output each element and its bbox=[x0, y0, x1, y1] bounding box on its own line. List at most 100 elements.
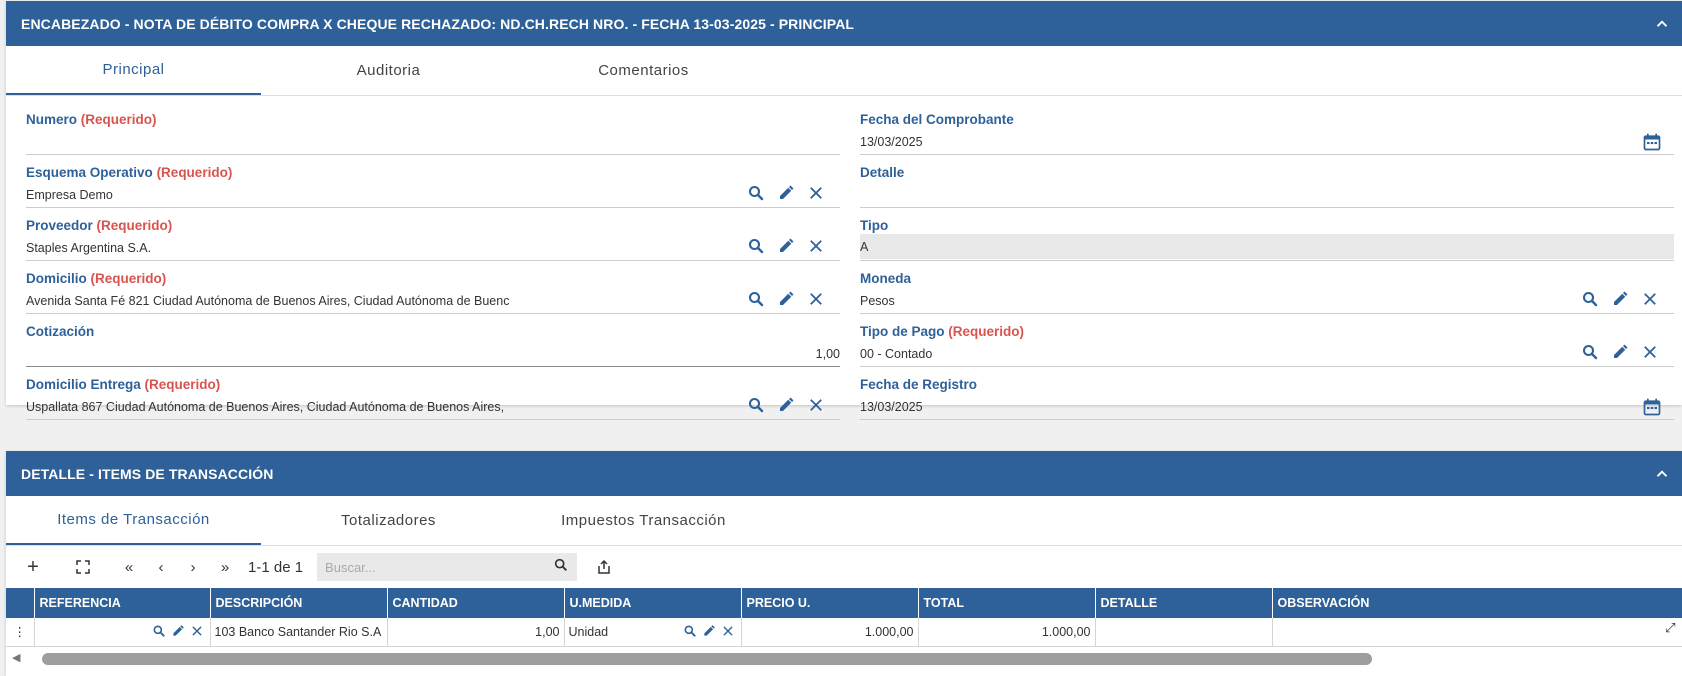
plus-icon[interactable]: + bbox=[20, 553, 46, 581]
search-icon[interactable] bbox=[746, 183, 766, 203]
header-panel: ENCABEZADO - NOTA DE DÉBITO COMPRA X CHE… bbox=[6, 1, 1682, 420]
fecha-registro-label: Fecha de Registro bbox=[860, 377, 978, 392]
moneda-field[interactable]: Moneda Pesos bbox=[860, 261, 1674, 314]
observacion-cell[interactable]: ⤢ bbox=[1272, 618, 1682, 647]
umedida-cell[interactable]: Unidad bbox=[564, 618, 742, 647]
detail-panel-titlebar: DETALLE - ITEMS DE TRANSACCIÓN bbox=[6, 451, 1682, 496]
tab-impuestos[interactable]: Impuestos Transacción bbox=[516, 496, 771, 545]
required-marker: (Requerido) bbox=[144, 377, 221, 392]
tab-comentarios[interactable]: Comentarios bbox=[516, 46, 771, 95]
esquema-field[interactable]: Esquema Operativo (Requerido) Empresa De… bbox=[26, 155, 840, 208]
domicilio-entrega-label: Domicilio Entrega bbox=[26, 377, 141, 392]
scrollbar-thumb[interactable] bbox=[42, 652, 1372, 665]
cantidad-cell[interactable]: 1,00 bbox=[387, 618, 565, 647]
expand-icon[interactable] bbox=[70, 553, 96, 581]
close-icon[interactable] bbox=[806, 289, 826, 309]
cotizacion-field[interactable]: Cotización 1,00 bbox=[26, 314, 840, 367]
header-panel-title: ENCABEZADO - NOTA DE DÉBITO COMPRA X CHE… bbox=[21, 15, 855, 32]
numero-field[interactable]: Numero (Requerido) bbox=[26, 102, 840, 155]
search-input[interactable] bbox=[325, 559, 554, 575]
cotizacion-value: 1,00 bbox=[815, 347, 840, 361]
pencil-icon[interactable] bbox=[1610, 342, 1630, 362]
more-vert-icon[interactable]: ⋮ bbox=[6, 618, 35, 647]
domicilio-field[interactable]: Domicilio (Requerido) Avenida Santa Fé 8… bbox=[26, 261, 840, 314]
detail-panel-title: DETALLE - ITEMS DE TRANSACCIÓN bbox=[21, 465, 274, 482]
pencil-icon[interactable] bbox=[171, 624, 185, 641]
detalle-field[interactable]: Detalle bbox=[860, 155, 1674, 208]
column-header[interactable]: CANTIDAD bbox=[387, 588, 565, 618]
search-icon[interactable] bbox=[1580, 342, 1600, 362]
close-icon[interactable] bbox=[806, 395, 826, 415]
close-icon[interactable] bbox=[806, 183, 826, 203]
column-header[interactable]: TOTAL bbox=[918, 588, 1096, 618]
pencil-icon[interactable] bbox=[776, 289, 796, 309]
fecha-comprobante-label: Fecha del Comprobante bbox=[860, 112, 1014, 127]
domicilio-entrega-value: Uspallata 867 Ciudad Autónoma de Buenos … bbox=[26, 400, 505, 414]
tab-items[interactable]: Items de Transacción bbox=[6, 496, 261, 545]
pencil-icon[interactable] bbox=[776, 395, 796, 415]
domicilio-value: Avenida Santa Fé 821 Ciudad Autónoma de … bbox=[26, 294, 510, 308]
moneda-value: Pesos bbox=[860, 294, 895, 308]
fecha-registro-value: 13/03/2025 bbox=[860, 400, 923, 414]
column-header[interactable]: DETALLE bbox=[1095, 588, 1273, 618]
column-header[interactable]: U.MEDIDA bbox=[564, 588, 742, 618]
search-icon[interactable] bbox=[746, 289, 766, 309]
calendar-icon[interactable] bbox=[1642, 132, 1662, 157]
tab-principal[interactable]: Principal bbox=[6, 46, 261, 95]
close-icon[interactable] bbox=[806, 236, 826, 256]
close-icon[interactable] bbox=[190, 624, 204, 641]
column-header[interactable]: DESCRIPCIÓN bbox=[210, 588, 388, 618]
column-header[interactable]: PRECIO U. bbox=[741, 588, 919, 618]
proveedor-label: Proveedor bbox=[26, 218, 93, 233]
search-icon[interactable] bbox=[553, 557, 569, 577]
close-icon[interactable] bbox=[1640, 289, 1660, 309]
domicilio-entrega-field[interactable]: Domicilio Entrega (Requerido) Uspallata … bbox=[26, 367, 840, 420]
expand-cell-icon[interactable]: ⤢ bbox=[1665, 620, 1675, 636]
chevron-up-icon[interactable] bbox=[1652, 464, 1672, 484]
scroll-left-icon[interactable]: ◀ bbox=[12, 651, 20, 664]
column-header[interactable]: REFERENCIA bbox=[34, 588, 211, 618]
numero-label: Numero bbox=[26, 112, 78, 127]
column-header[interactable]: OBSERVACIÓN bbox=[1272, 588, 1682, 618]
search-icon[interactable] bbox=[1580, 289, 1600, 309]
close-icon[interactable] bbox=[1640, 342, 1660, 362]
fecha-registro-field[interactable]: Fecha de Registro 13/03/2025 bbox=[860, 367, 1674, 420]
next-page-icon[interactable]: › bbox=[180, 553, 206, 581]
search-icon[interactable] bbox=[746, 236, 766, 256]
prev-page-icon[interactable]: ‹ bbox=[148, 553, 174, 581]
last-page-icon[interactable]: » bbox=[212, 553, 238, 581]
proveedor-value: Staples Argentina S.A. bbox=[26, 241, 152, 255]
tipo-pago-field[interactable]: Tipo de Pago (Requerido) 00 - Contado bbox=[860, 314, 1674, 367]
descripcion-cell[interactable]: 103 Banco Santander Rio S.A bbox=[210, 618, 388, 647]
tipo-label: Tipo bbox=[860, 218, 889, 233]
total-cell[interactable]: 1.000,00 bbox=[918, 618, 1096, 647]
required-marker: (Requerido) bbox=[156, 165, 233, 180]
horizontal-scrollbar[interactable]: ◀ bbox=[6, 647, 1682, 669]
precio-cell[interactable]: 1.000,00 bbox=[741, 618, 919, 647]
detalle-cell[interactable] bbox=[1095, 618, 1273, 647]
close-icon[interactable] bbox=[721, 624, 735, 641]
pencil-icon[interactable] bbox=[776, 183, 796, 203]
tipo-field: Tipo A bbox=[860, 208, 1674, 261]
proveedor-field[interactable]: Proveedor (Requerido) Staples Argentina … bbox=[26, 208, 840, 261]
tipo-value: A bbox=[860, 234, 1674, 259]
referencia-cell[interactable] bbox=[34, 618, 211, 647]
search-icon[interactable] bbox=[746, 395, 766, 415]
table-row[interactable]: ⋮ 103 Banco Santander Rio S.A 1,00 Unida… bbox=[6, 618, 1682, 647]
calendar-icon[interactable] bbox=[1642, 397, 1662, 422]
search-box[interactable] bbox=[317, 553, 578, 581]
fecha-comprobante-field[interactable]: Fecha del Comprobante 13/03/2025 bbox=[860, 102, 1674, 155]
tab-totalizadores[interactable]: Totalizadores bbox=[261, 496, 516, 545]
tab-auditoria[interactable]: Auditoria bbox=[261, 46, 516, 95]
search-icon[interactable] bbox=[152, 624, 166, 641]
export-icon[interactable] bbox=[591, 553, 617, 581]
first-page-icon[interactable]: « bbox=[116, 553, 142, 581]
chevron-up-icon[interactable] bbox=[1652, 14, 1672, 34]
pencil-icon[interactable] bbox=[1610, 289, 1630, 309]
pencil-icon[interactable] bbox=[702, 624, 716, 641]
items-table: REFERENCIA DESCRIPCIÓN CANTIDAD U.MEDIDA… bbox=[6, 588, 1682, 647]
pencil-icon[interactable] bbox=[776, 236, 796, 256]
header-form: Numero (Requerido) Fecha del Comprobante… bbox=[6, 96, 1682, 420]
required-marker: (Requerido) bbox=[90, 271, 167, 286]
search-icon[interactable] bbox=[683, 624, 697, 641]
